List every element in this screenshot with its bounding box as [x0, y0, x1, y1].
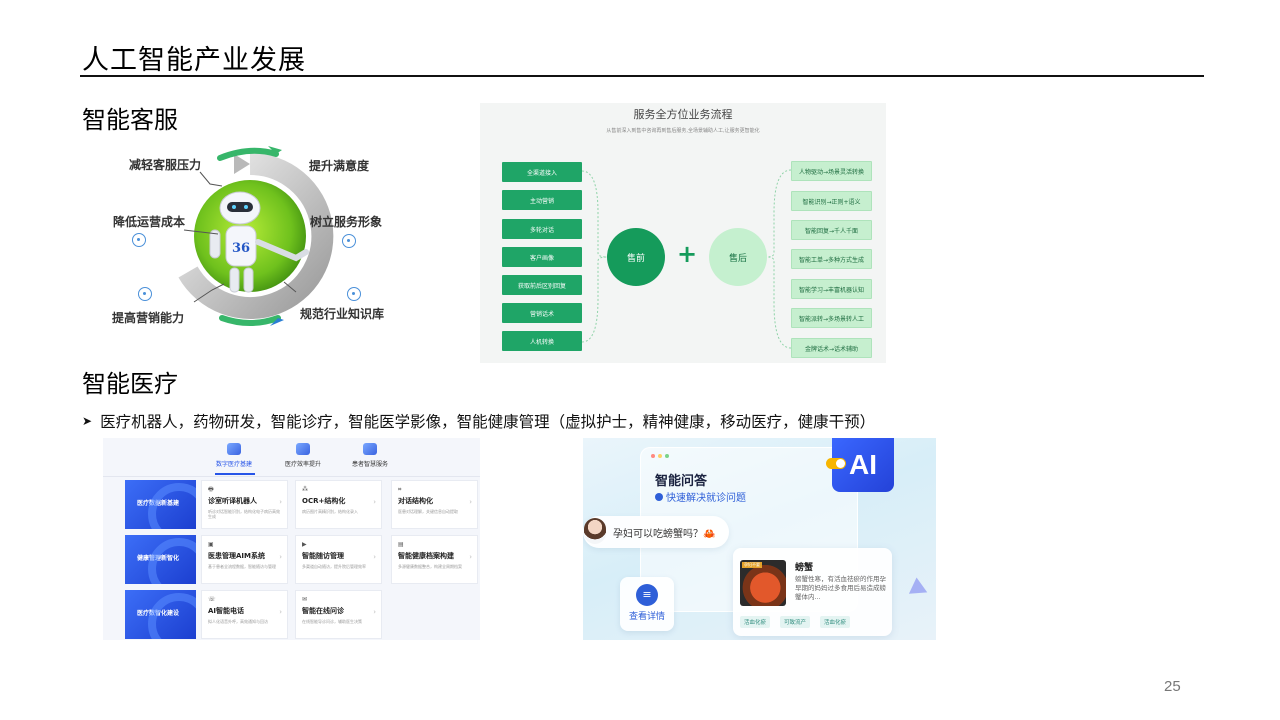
after-sale-item: 人物驱动→场景灵活转换: [791, 161, 872, 181]
chevron-right-icon: ›: [469, 553, 472, 561]
customer-service-wheel-image: 36 减轻客服压力 提升满意度 降低运营成本 树立服务形象 提高营销能力 规范行…: [100, 142, 400, 332]
medical-bullet-text: 医疗机器人，药物研发，智能诊疗，智能医学影像，智能健康管理（虚拟护士，精神健康，…: [100, 413, 876, 431]
section-heading-customer-service: 智能客服: [82, 106, 178, 134]
plus-icon: +: [677, 240, 698, 268]
wheel-node-dot: [347, 287, 361, 301]
toggle-switch[interactable]: [826, 458, 846, 469]
wheel-label-service-image: 树立服务形象: [310, 215, 383, 229]
printer-icon: 🖶: [208, 486, 214, 493]
pre-sale-item: 客户画像: [502, 247, 582, 267]
medical-platform-screenshot: 数字医疗基建 医疗效率提升 患者智慧服务 医疗数据新基建 健康管理新智化 医疗数…: [103, 438, 480, 640]
tab-patient-service[interactable]: 患者智慧服务: [330, 443, 410, 468]
wheel-label-marketing: 提高营销能力: [112, 311, 185, 325]
chevron-right-icon: ›: [373, 498, 376, 506]
wheel-label-knowledge-base: 规范行业知识库: [300, 307, 385, 321]
network-icon: ⁂: [302, 486, 308, 493]
ai-qa-screenshot: AI 智能问答 快速解决就诊问题 孕妇可以吃螃蟹吗？🦀 ≡ 查看详情 孕妇不要 …: [583, 438, 936, 640]
qa-title: 智能问答: [655, 474, 708, 489]
bullet-arrow-icon: ➤: [82, 414, 93, 428]
wheel-label-satisfaction: 提升满意度: [309, 159, 370, 173]
avatar: [584, 518, 606, 544]
play-arrow-icon: [908, 577, 932, 601]
chevron-right-icon: ›: [373, 553, 376, 561]
card-ocr[interactable]: ⁂ OCR+结构化 病历图片高精识别，结构化录入 ›: [295, 480, 382, 529]
after-sale-item: 金牌话术→话术辅助: [791, 338, 872, 358]
card-followup[interactable]: ▶ 智能随访管理 多渠道自动随访，提升院后管理效率 ›: [295, 535, 382, 584]
answer-description: 螃蟹性寒，有活血祛瘀的作用孕早期的妈妈过多食用后易造成螃蟹体内...: [795, 575, 886, 601]
active-tab-indicator: [215, 473, 255, 475]
pre-sale-item: 全渠道接入: [502, 162, 582, 182]
pre-sale-circle: 售前: [607, 228, 665, 286]
wheel-node-dot: [342, 234, 356, 248]
robot-chest-text: 36: [232, 241, 250, 256]
image-tag: 孕妇不要: [742, 562, 762, 568]
chevron-right-icon: ›: [469, 498, 472, 506]
answer-title: 螃蟹: [795, 563, 814, 573]
pre-sale-item: 多轮对话: [502, 219, 582, 239]
chevron-right-icon: ›: [279, 498, 282, 506]
wheel-label-reduce-cost: 降低运营成本: [113, 215, 186, 229]
tab-digital-medical-infra[interactable]: 数字医疗基建: [194, 443, 274, 468]
answer-tag: 可致流产: [780, 616, 811, 628]
category-medical-digitalization: 医疗数智化建设: [125, 590, 196, 639]
document-icon: ≡: [636, 584, 658, 606]
monitor-icon: ▣: [208, 541, 214, 548]
section-heading-medical: 智能医疗: [82, 370, 178, 398]
after-sale-item: 智能学习→丰富机器认知: [791, 279, 872, 299]
service-flow-diagram: 服务全方位业务流程 从售前深入到售中咨询再到售后服务,全场景辅助人工,让服务更智…: [480, 103, 886, 363]
card-aim-system[interactable]: ▣ 医患管理AIM系统 基于患者全流程数据，智能随访与管理 ›: [201, 535, 288, 584]
view-details-button[interactable]: ≡ 查看详情: [620, 577, 674, 631]
pre-sale-item: 营销话术: [502, 303, 582, 323]
info-icon: [655, 492, 663, 501]
play-icon: ▶: [302, 541, 307, 548]
pre-sale-item: 人机转换: [502, 331, 582, 351]
slide-title: 人工智能产业发展: [82, 45, 306, 76]
answer-tag: 活血化瘀: [820, 616, 851, 628]
phone-icon: ☏: [208, 596, 216, 603]
category-medical-data-infra: 医疗数据新基建: [125, 480, 196, 529]
clipboard-icon: ▤: [398, 541, 404, 548]
card-ai-phone[interactable]: ☏ AI智能电话 拟人化语音外呼，高效通知与回访 ›: [201, 590, 288, 639]
after-sale-item: 智能回复→千人千面: [791, 220, 872, 240]
card-dialogue-structuring[interactable]: ⌗ 对话结构化 医患对话理解，关键信息自动提取 ›: [391, 480, 478, 529]
page-number: 25: [1164, 678, 1181, 695]
category-health-management: 健康管理新智化: [125, 535, 196, 584]
wheel-label-reduce-pressure: 减轻客服压力: [129, 158, 202, 172]
card-consult-robot[interactable]: 🖶 诊室听译机器人 听诊对话智能识别，结构化电子病历高效生成 ›: [201, 480, 288, 529]
patient-service-icon: [363, 443, 377, 455]
medical-infra-icon: [227, 443, 241, 455]
crop-icon: ⌗: [398, 486, 402, 493]
after-sale-item: 智能派转→多场景转人工: [791, 308, 872, 328]
wheel-node-dot: [138, 287, 152, 301]
chevron-right-icon: ›: [279, 608, 282, 616]
after-sale-item: 智能识别→正则+语义: [791, 191, 872, 211]
pre-sale-item: 获取前后区别回复: [502, 275, 582, 295]
card-online-consult[interactable]: ✉ 智能在线问诊 在线智能导诊问诊，辅助医生决策 ›: [295, 590, 382, 639]
answer-tag: 活血化瘀: [740, 616, 771, 628]
after-sale-item: 智能工单→多种方式生成: [791, 249, 872, 269]
after-sale-circle: 售后: [709, 228, 767, 286]
title-divider: [80, 75, 1204, 77]
qa-answer-card: 孕妇不要 螃蟹 螃蟹性寒，有活血祛瘀的作用孕早期的妈妈过多食用后易造成螃蟹体内.…: [733, 548, 892, 636]
efficiency-icon: [296, 443, 310, 455]
chat-icon: ✉: [302, 596, 308, 603]
medical-bullet: ➤ 医疗机器人，药物研发，智能诊疗，智能医学影像，智能健康管理（虚拟护士，精神健…: [82, 410, 875, 432]
wheel-node-dot: [132, 233, 146, 247]
window-dots: [651, 454, 669, 458]
pre-sale-item: 主动营销: [502, 190, 582, 210]
card-health-record[interactable]: ▤ 智能健康档案构建 多源健康数据整合，构建全周期档案 ›: [391, 535, 478, 584]
tab-divider: [103, 476, 480, 477]
chevron-right-icon: ›: [279, 553, 282, 561]
chevron-right-icon: ›: [373, 608, 376, 616]
qa-subtitle: 快速解决就诊问题: [655, 489, 746, 504]
